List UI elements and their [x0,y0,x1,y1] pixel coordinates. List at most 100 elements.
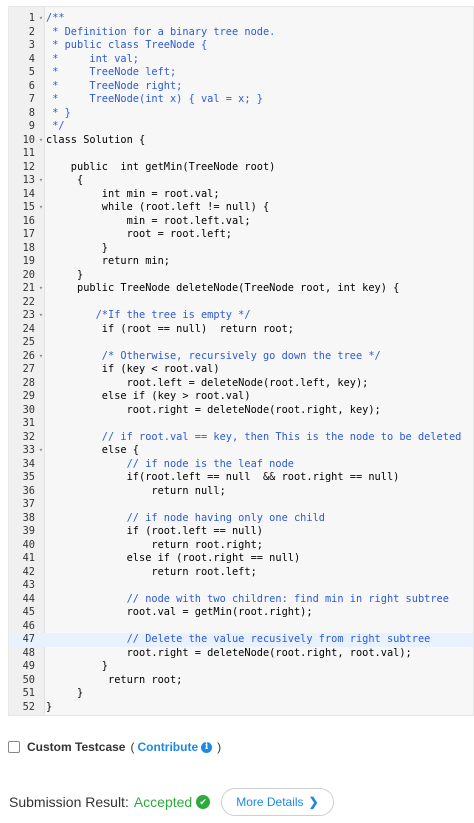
line-number: 9 [28,120,35,132]
code-line[interactable]: 29 else if (key > root.val) [9,390,473,404]
code-line[interactable]: 2 * Definition for a binary tree node. [9,26,473,40]
code-text: /* Otherwise, recursively go down the tr… [46,349,381,362]
fold-toggle-icon[interactable]: ▾ [37,134,45,148]
code-line[interactable]: 44 // node with two children: find min i… [9,593,473,607]
code-text: } [46,687,84,699]
line-number: 26 [22,349,35,362]
code-editor[interactable]: 1 ▾/** 2 * Definition for a binary tree no… [8,6,474,716]
code-text: // if root.val == key, then This is the … [46,430,462,443]
code-line[interactable]: 43 [9,579,473,593]
line-number: 25 [22,336,35,348]
line-number: 29 [22,390,35,402]
code-text: int min = root.val; [46,187,220,200]
code-line[interactable]: 40 return root.right; [9,539,473,553]
code-line[interactable]: 52} [9,701,473,715]
code-line[interactable]: 6 * TreeNode right; [9,80,473,94]
code-line[interactable]: 19 return min; [9,255,473,269]
code-line[interactable]: 24 if (root == null) return root; [9,323,473,337]
code-text: * TreeNode right; [46,79,183,92]
code-line[interactable]: 35 if(root.left == null && root.right ==… [9,471,473,485]
line-number: 39 [22,525,35,537]
fold-toggle-icon[interactable]: ▾ [37,12,45,26]
code-line[interactable]: 13 ▾ { [9,174,473,188]
code-text: * } [46,106,71,119]
code-text: * Definition for a binary tree node. [46,25,276,38]
code-line[interactable]: 45 root.val = getMin(root.right); [9,606,473,620]
code-line[interactable]: 48 root.right = deleteNode(root.right, r… [9,647,473,661]
submission-result-row: Submission Result: Accepted ✔ More Detai… [9,788,334,816]
code-text: else if (key > root.val) [46,390,251,402]
fold-toggle-icon[interactable]: ▾ [37,201,45,215]
code-line[interactable]: 33 ▾ else { [9,444,473,458]
code-line[interactable]: 25 [9,336,473,350]
code-area[interactable]: 1 ▾/** 2 * Definition for a binary tree no… [9,12,473,714]
contribute-link[interactable]: Contribute [137,740,198,754]
code-line[interactable]: 49 } [9,660,473,674]
code-line[interactable]: 37 [9,498,473,512]
code-line[interactable]: 3 * public class TreeNode { [9,39,473,53]
code-line[interactable]: 11 [9,147,473,161]
line-number: 1 [28,12,35,24]
code-line[interactable]: 1 ▾/** [9,12,473,26]
more-details-button[interactable]: More Details ❯ [221,788,334,816]
code-text: root = root.left; [46,228,232,240]
code-line[interactable]: 7 * TreeNode(int x) { val = x; } [9,93,473,107]
code-line[interactable]: 27 if (key < root.val) [9,363,473,377]
code-line[interactable]: 20 } [9,269,473,283]
line-number: 51 [22,687,35,699]
code-text: return root.right; [46,538,263,551]
fold-toggle-icon[interactable]: ▾ [37,282,45,296]
code-line[interactable]: 46 [9,620,473,634]
fold-toggle-icon[interactable]: ▾ [37,174,45,188]
check-circle-icon: ✔ [196,795,211,809]
code-line[interactable]: 41 else if (root.right == null) [9,552,473,566]
code-line[interactable]: 12 public int getMin(TreeNode root) [9,161,473,175]
code-text: } [46,660,108,672]
code-line[interactable]: 30 root.right = deleteNode(root.right, k… [9,404,473,418]
code-line[interactable]: 47 // Delete the value recusively from r… [9,633,473,647]
code-line[interactable]: 26 ▾ /* Otherwise, recursively go down th… [9,350,473,364]
code-text: if (root == null) return root; [46,322,294,335]
fold-toggle-icon[interactable]: ▾ [37,444,45,458]
code-line[interactable]: 38 // if node having only one child [9,512,473,526]
code-line[interactable]: 23 ▾ /*If the tree is empty */ [9,309,473,323]
code-line[interactable]: 50 return root; [9,674,473,688]
code-text: root.left = deleteNode(root.left, key); [46,376,369,389]
code-line[interactable]: 10 ▾ class Solution { [9,134,473,148]
code-line[interactable]: 15 ▾ while (root.left != null) { [9,201,473,215]
code-line[interactable]: 9 */ [9,120,473,134]
custom-testcase-label[interactable]: Custom Testcase [27,740,125,754]
line-number: 32 [22,430,35,443]
code-line[interactable]: 39 if (root.left == null) [9,525,473,539]
code-line[interactable]: 14 int min = root.val; [9,188,473,202]
code-line[interactable]: 18 } [9,242,473,256]
code-line[interactable]: 51 } [9,687,473,701]
code-line[interactable]: 16 min = root.left.val; [9,215,473,229]
line-number: 13 [22,174,35,186]
code-line[interactable]: 22 [9,296,473,310]
code-line[interactable]: 32 // if root.val == key, then This is t… [9,431,473,445]
line-number: 19 [22,255,35,267]
line-number: 17 [22,228,35,240]
line-number: 46 [22,619,35,632]
code-line[interactable]: 5 * TreeNode left; [9,66,473,80]
code-line[interactable]: 36 return null; [9,485,473,499]
code-line[interactable]: 4 * int val; [9,53,473,67]
code-line[interactable]: 42 return root.left; [9,566,473,580]
code-text: * TreeNode(int x) { val = x; } [46,93,263,105]
code-line[interactable]: 31 [9,417,473,431]
custom-testcase-checkbox[interactable] [8,741,20,753]
fold-toggle-icon[interactable]: ▾ [37,350,45,364]
code-line[interactable]: 34 // if node is the leaf node [9,458,473,472]
line-number: 49 [22,660,35,672]
code-text: } [46,700,53,713]
info-icon[interactable]: i [201,741,213,753]
fold-toggle-icon[interactable]: ▾ [37,309,45,323]
code-line[interactable]: 28 root.left = deleteNode(root.left, key… [9,377,473,391]
code-text: * int val; [46,52,139,65]
line-number: 23 [22,309,35,321]
code-line[interactable]: 21 ▾ public TreeNode deleteNode(TreeNode … [9,282,473,296]
code-line[interactable]: 17 root = root.left; [9,228,473,242]
close-paren: ) [217,740,222,754]
code-line[interactable]: 8 * } [9,107,473,121]
